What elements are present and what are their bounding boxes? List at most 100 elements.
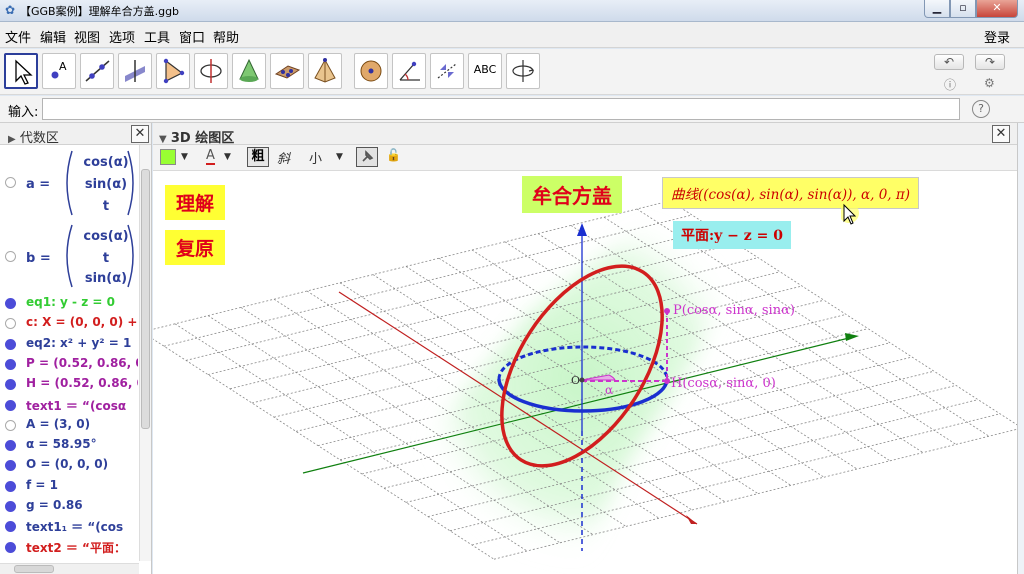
algebra-item-text: H = (0.52, 0.86, 0) bbox=[26, 376, 138, 391]
svg-text:A: A bbox=[59, 60, 67, 73]
sphere-tool[interactable] bbox=[354, 53, 388, 89]
collapse-triangle-icon[interactable]: ▼ bbox=[159, 134, 167, 145]
menu-help[interactable]: 帮助 bbox=[213, 27, 239, 46]
input-help-icon[interactable]: ? bbox=[972, 100, 990, 118]
perpendicular-tool[interactable] bbox=[118, 53, 152, 89]
algebra-item[interactable]: P = (0.52, 0.86, 0. bbox=[0, 354, 138, 374]
close-algebra-button[interactable]: ✕ bbox=[131, 125, 149, 143]
point-h-label: H(cosα, sinα, 0) bbox=[671, 376, 776, 391]
line-tool[interactable] bbox=[80, 53, 114, 89]
point-tool[interactable]: A bbox=[42, 53, 76, 89]
visibility-toggle[interactable] bbox=[5, 480, 16, 492]
text-tool[interactable]: ABC bbox=[468, 53, 502, 89]
plane-icon bbox=[274, 65, 301, 79]
intersect-tool[interactable] bbox=[232, 53, 266, 89]
redo-button[interactable]: ↷ bbox=[975, 54, 1005, 70]
algebra-item[interactable]: g = 0.86 bbox=[0, 496, 138, 516]
algebra-item[interactable]: eq1: y - z = 0 bbox=[0, 293, 138, 313]
chevron-down-icon[interactable]: ▼ bbox=[181, 152, 188, 162]
visibility-toggle[interactable] bbox=[5, 541, 16, 553]
algebra-item[interactable]: O = (0, 0, 0) bbox=[0, 455, 138, 475]
algebra-item[interactable]: f = 1 bbox=[0, 476, 138, 496]
help-icon[interactable]: ⓘ bbox=[944, 76, 956, 93]
scrollbar-thumb[interactable] bbox=[14, 565, 54, 573]
algebra-item[interactable]: text2 ＝ “平面： bbox=[0, 537, 138, 557]
visibility-toggle[interactable] bbox=[5, 460, 16, 472]
italic-button[interactable]: 斜 bbox=[277, 148, 290, 167]
pin-button[interactable] bbox=[356, 147, 378, 167]
graphics-view-header: ▼ 3D 绘图区 ✕ bbox=[153, 123, 1017, 146]
circle-axis-tool[interactable] bbox=[194, 53, 228, 89]
visibility-toggle[interactable] bbox=[5, 419, 16, 431]
visibility-toggle[interactable] bbox=[5, 358, 16, 370]
reflect-icon bbox=[437, 63, 457, 79]
algebra-scrollbar[interactable] bbox=[139, 145, 151, 561]
visibility-toggle[interactable] bbox=[5, 338, 16, 350]
algebra-item[interactable]: text1 ＝ “(cosα bbox=[0, 395, 138, 415]
algebra-item[interactable]: A = (3, 0) bbox=[0, 415, 138, 435]
algebra-view-header: ▶ 代数区 ✕ bbox=[0, 123, 151, 146]
reflect-tool[interactable] bbox=[430, 53, 464, 89]
window-title: 【GGB案例】理解牟合方盖.ggb bbox=[20, 5, 180, 18]
visibility-toggle[interactable] bbox=[5, 521, 16, 533]
angle-icon bbox=[399, 61, 420, 81]
algebra-item-a[interactable]: a = cos(α) sin(α) t bbox=[0, 147, 138, 219]
pyramid-tool[interactable] bbox=[308, 53, 342, 89]
menu-options[interactable]: 选项 bbox=[109, 27, 135, 46]
restore-button[interactable]: 复原 bbox=[165, 230, 226, 265]
visibility-toggle[interactable] bbox=[5, 251, 16, 262]
text-size-select[interactable]: 小 bbox=[309, 148, 322, 167]
point-p-label: P(cosα, sinα, sinα) bbox=[673, 303, 795, 318]
algebra-item[interactable]: eq2: x² + y² = 1 bbox=[0, 334, 138, 354]
collapse-triangle-icon[interactable]: ▶ bbox=[8, 134, 16, 145]
visibility-toggle[interactable] bbox=[5, 399, 16, 411]
scrollbar-thumb[interactable] bbox=[141, 169, 150, 429]
text-color-button[interactable]: A bbox=[206, 148, 215, 165]
minimize-button[interactable]: ▁ bbox=[924, 0, 950, 18]
close-window-button[interactable]: ✕ bbox=[976, 0, 1018, 18]
chevron-down-icon[interactable]: ▼ bbox=[336, 152, 343, 162]
algebra-item[interactable]: c: X = (0, 0, 0) + ( bbox=[0, 313, 138, 333]
close-graphics-button[interactable]: ✕ bbox=[992, 125, 1010, 143]
menu-view[interactable]: 视图 bbox=[74, 27, 100, 46]
menu-window[interactable]: 窗口 bbox=[179, 27, 205, 46]
plane-tool[interactable] bbox=[270, 53, 304, 89]
input-field[interactable] bbox=[42, 98, 960, 120]
polygon-tool[interactable] bbox=[156, 53, 190, 89]
line-icon bbox=[85, 60, 110, 82]
algebra-item-b[interactable]: b = cos(α) t sin(α) bbox=[0, 221, 138, 291]
undo-button[interactable]: ↶ bbox=[934, 54, 964, 70]
bold-button[interactable]: 粗 bbox=[247, 147, 269, 167]
3d-canvas[interactable]: 理解 复原 牟合方盖 曲线((cos(α), sin(α), sin(α)), … bbox=[153, 171, 1017, 574]
algebra-item-text: α = 58.95° bbox=[26, 437, 97, 452]
title-bar: ✿ 【GGB案例】理解牟合方盖.ggb ▁ ▫ ✕ bbox=[0, 0, 1024, 22]
visibility-toggle[interactable] bbox=[5, 298, 16, 309]
algebra-item[interactable]: text1₁ ＝ “(cos bbox=[0, 516, 138, 536]
maximize-button[interactable]: ▫ bbox=[950, 0, 976, 18]
algebra-item[interactable]: α = 58.95° bbox=[0, 435, 138, 455]
lock-icon[interactable]: 🔓 bbox=[386, 148, 401, 162]
menu-file[interactable]: 文件 bbox=[5, 27, 31, 46]
rotate-view-tool[interactable] bbox=[506, 53, 540, 89]
understand-button[interactable]: 理解 bbox=[165, 185, 226, 220]
cone-icon bbox=[239, 58, 259, 82]
gear-icon[interactable]: ⚙ bbox=[984, 76, 995, 90]
right-splitter[interactable] bbox=[1017, 123, 1024, 574]
chevron-down-icon[interactable]: ▼ bbox=[224, 152, 231, 162]
login-link[interactable]: 登录 bbox=[984, 27, 1010, 46]
menu-edit[interactable]: 编辑 bbox=[40, 27, 66, 46]
visibility-toggle[interactable] bbox=[5, 318, 16, 330]
visibility-toggle[interactable] bbox=[5, 501, 16, 512]
visibility-toggle[interactable] bbox=[5, 440, 16, 452]
menu-tools[interactable]: 工具 bbox=[144, 27, 170, 46]
algebra-list: a = cos(α) sin(α) t b = cos(α) t sin(α) … bbox=[0, 145, 138, 563]
visibility-toggle[interactable] bbox=[5, 379, 16, 391]
algebra-item[interactable]: H = (0.52, 0.86, 0) bbox=[0, 374, 138, 394]
input-bar: 输入: ? bbox=[0, 96, 1024, 123]
algebra-hscrollbar[interactable] bbox=[0, 563, 139, 574]
visibility-toggle[interactable] bbox=[5, 177, 16, 188]
angle-tool[interactable] bbox=[392, 53, 426, 89]
color-swatch[interactable] bbox=[160, 149, 176, 165]
algebra-view: ▶ 代数区 ✕ a = cos(α) sin(α) t b = cos(α) t… bbox=[0, 123, 152, 574]
move-tool[interactable] bbox=[4, 53, 38, 89]
